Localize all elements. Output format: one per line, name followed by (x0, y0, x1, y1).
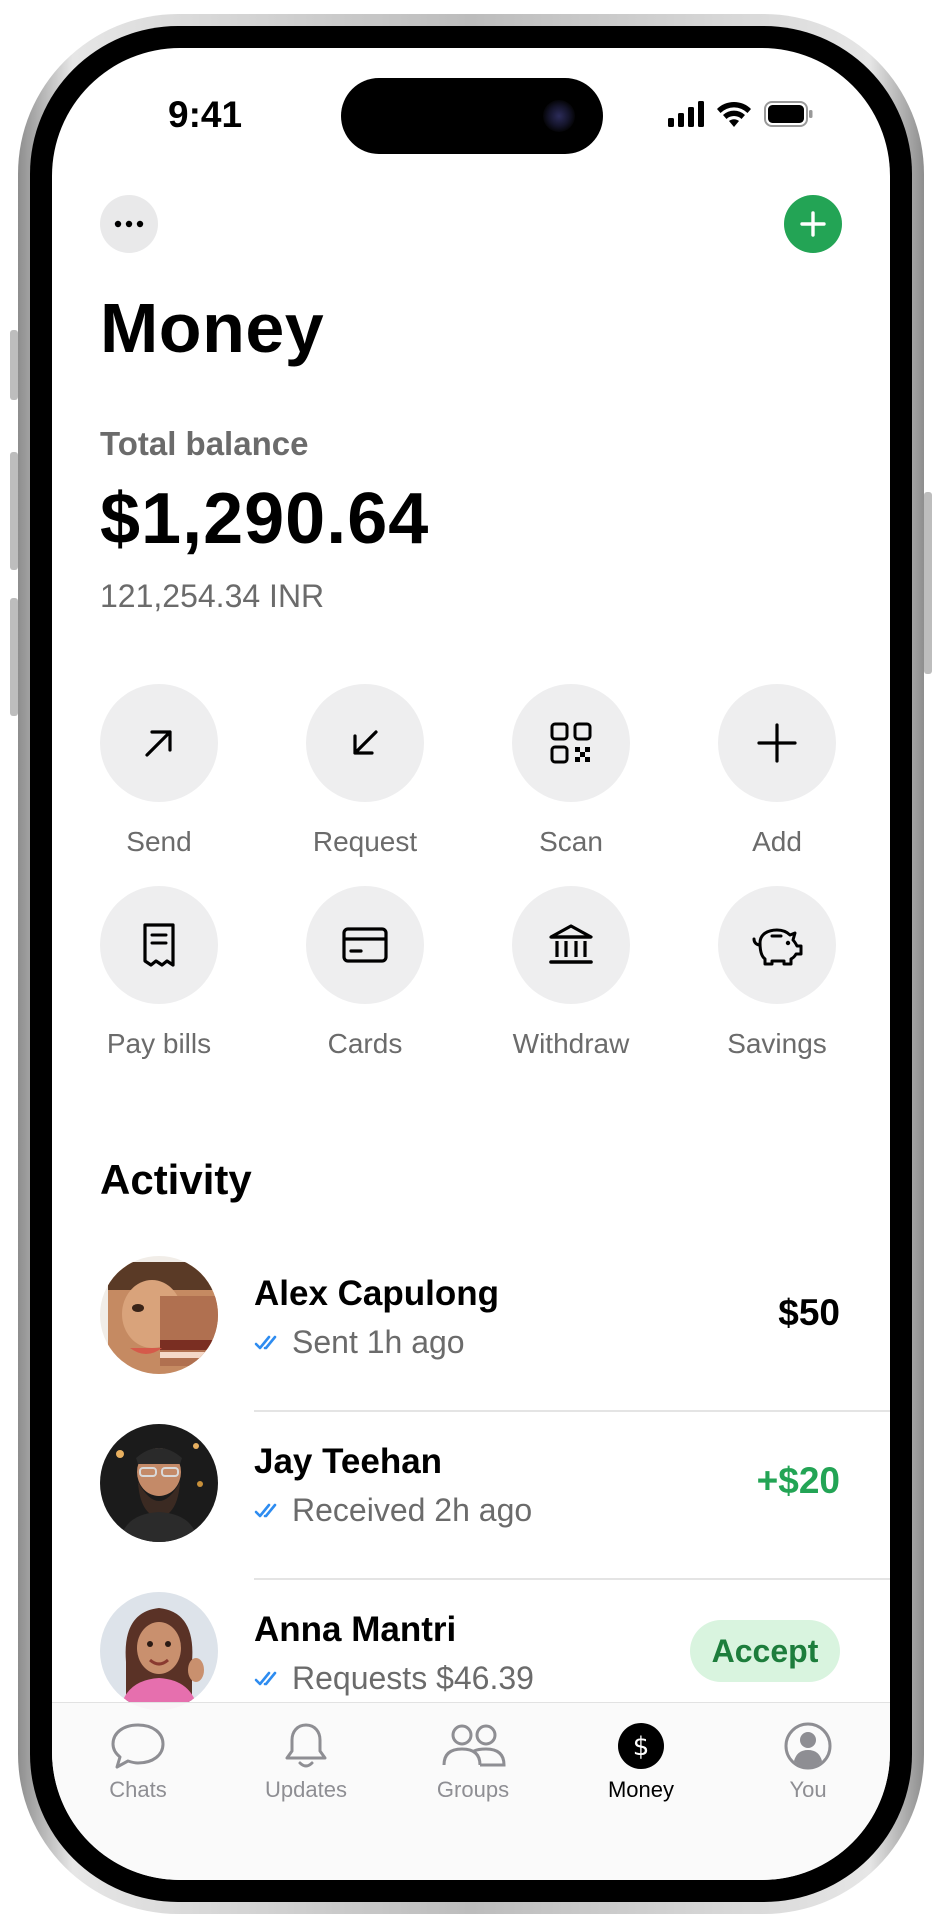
arrow-down-left-icon (353, 730, 378, 755)
transaction-amount: +$20 (756, 1460, 840, 1501)
camera-icon (543, 100, 575, 132)
request-button[interactable] (306, 684, 424, 802)
request-label: Request (312, 826, 418, 857)
people-icon (442, 1724, 506, 1767)
divider (254, 1410, 890, 1412)
tab-label: Chats (109, 1777, 167, 1802)
tab-you[interactable]: You (738, 1721, 878, 1803)
page-title: Money (100, 289, 325, 367)
action-button (10, 330, 18, 400)
activity-row[interactable]: Alex Capulong Sent 1h ago $50 (100, 1256, 890, 1424)
pay-bills-label: Pay bills (106, 1028, 212, 1059)
scan-button[interactable] (512, 684, 630, 802)
wifi-icon (717, 101, 751, 127)
transaction-status: Sent 1h ago (254, 1324, 465, 1361)
quick-actions: Send Request Scan Add Pay bills Cards Wi… (100, 684, 842, 1060)
activity-title: Activity (100, 1156, 252, 1203)
tab-label: Groups (436, 1777, 510, 1802)
profile-icon (784, 1722, 832, 1770)
transaction-status-text: Requests $46.39 (292, 1660, 534, 1696)
chat-bubble-icon (111, 1723, 165, 1769)
transaction-status-text: Sent 1h ago (292, 1324, 465, 1360)
balance-amount: $1,290.64 (100, 479, 430, 559)
contact-name: Anna Mantri (254, 1610, 457, 1649)
dollar-icon: $ (618, 1723, 664, 1769)
bank-icon (549, 924, 593, 964)
qr-code-icon (550, 722, 592, 764)
double-check-icon (254, 1503, 277, 1517)
tab-bar: Chats Updates Groups $ Money You (52, 1702, 890, 1880)
side-button (924, 492, 932, 674)
scan-action[interactable]: Scan (512, 684, 630, 858)
pay-bills-button[interactable] (100, 886, 218, 1004)
scan-label: Scan (539, 826, 603, 857)
tab-updates[interactable]: Updates (236, 1721, 376, 1803)
divider (254, 1578, 890, 1580)
add-money-button[interactable] (718, 684, 836, 802)
request-action[interactable]: Request (306, 684, 424, 858)
volume-up-button (10, 452, 18, 570)
ellipsis-icon (114, 220, 144, 228)
more-options-button[interactable] (100, 195, 158, 253)
transaction-amount: $50 (778, 1292, 840, 1333)
double-check-icon (254, 1671, 277, 1685)
add-label: Add (752, 826, 802, 857)
savings-button[interactable] (718, 886, 836, 1004)
cellular-signal-icon (668, 101, 704, 127)
arrow-up-right-icon (145, 730, 172, 757)
accept-request-button[interactable]: Accept (690, 1620, 840, 1682)
send-label: Send (126, 826, 192, 857)
piggy-bank-icon (752, 928, 803, 966)
send-action[interactable]: Send (100, 684, 218, 858)
double-check-icon (254, 1335, 277, 1349)
receipt-icon (143, 923, 175, 967)
avatar (100, 1592, 218, 1710)
dynamic-island (341, 78, 603, 154)
volume-down-button (10, 598, 18, 716)
cards-label: Cards (327, 1028, 403, 1059)
tab-money[interactable]: $ Money (571, 1721, 711, 1803)
status-icons (668, 100, 814, 128)
bell-icon (285, 1723, 327, 1768)
tab-label: You (789, 1777, 827, 1802)
battery-icon (764, 101, 813, 127)
balance-label: Total balance (100, 425, 309, 462)
avatar (100, 1424, 218, 1542)
savings-label: Savings (727, 1028, 827, 1059)
send-button[interactable] (100, 684, 218, 802)
plus-icon (800, 211, 826, 237)
cards-action[interactable]: Cards (306, 886, 424, 1060)
tab-label: Updates (265, 1777, 347, 1802)
withdraw-action[interactable]: Withdraw (512, 886, 630, 1060)
contact-name: Alex Capulong (254, 1274, 500, 1313)
balance-secondary-currency: 121,254.34 INR (100, 578, 325, 614)
withdraw-label: Withdraw (512, 1028, 630, 1059)
activity-row[interactable]: Jay Teehan Received 2h ago +$20 (100, 1424, 890, 1592)
contact-name: Jay Teehan (254, 1442, 443, 1481)
cards-button[interactable] (306, 886, 424, 1004)
screen: 9:41 Money Total balance $1,290.64 121,2… (52, 48, 890, 1880)
transaction-status: Received 2h ago (254, 1492, 532, 1529)
transaction-status: Requests $46.39 (254, 1660, 534, 1697)
tab-groups[interactable]: Groups (403, 1721, 543, 1803)
svg-text:$: $ (633, 1732, 650, 1762)
transaction-status-text: Received 2h ago (292, 1492, 533, 1528)
tab-label: Money (607, 1777, 675, 1802)
card-icon (342, 927, 388, 963)
withdraw-button[interactable] (512, 886, 630, 1004)
plus-icon (757, 723, 797, 763)
status-time: 9:41 (168, 94, 243, 135)
pay-bills-action[interactable]: Pay bills (100, 886, 218, 1060)
savings-action[interactable]: Savings (718, 886, 836, 1060)
avatar (100, 1256, 218, 1374)
tab-chats[interactable]: Chats (68, 1721, 208, 1803)
add-button[interactable] (784, 195, 842, 253)
add-action[interactable]: Add (718, 684, 836, 858)
